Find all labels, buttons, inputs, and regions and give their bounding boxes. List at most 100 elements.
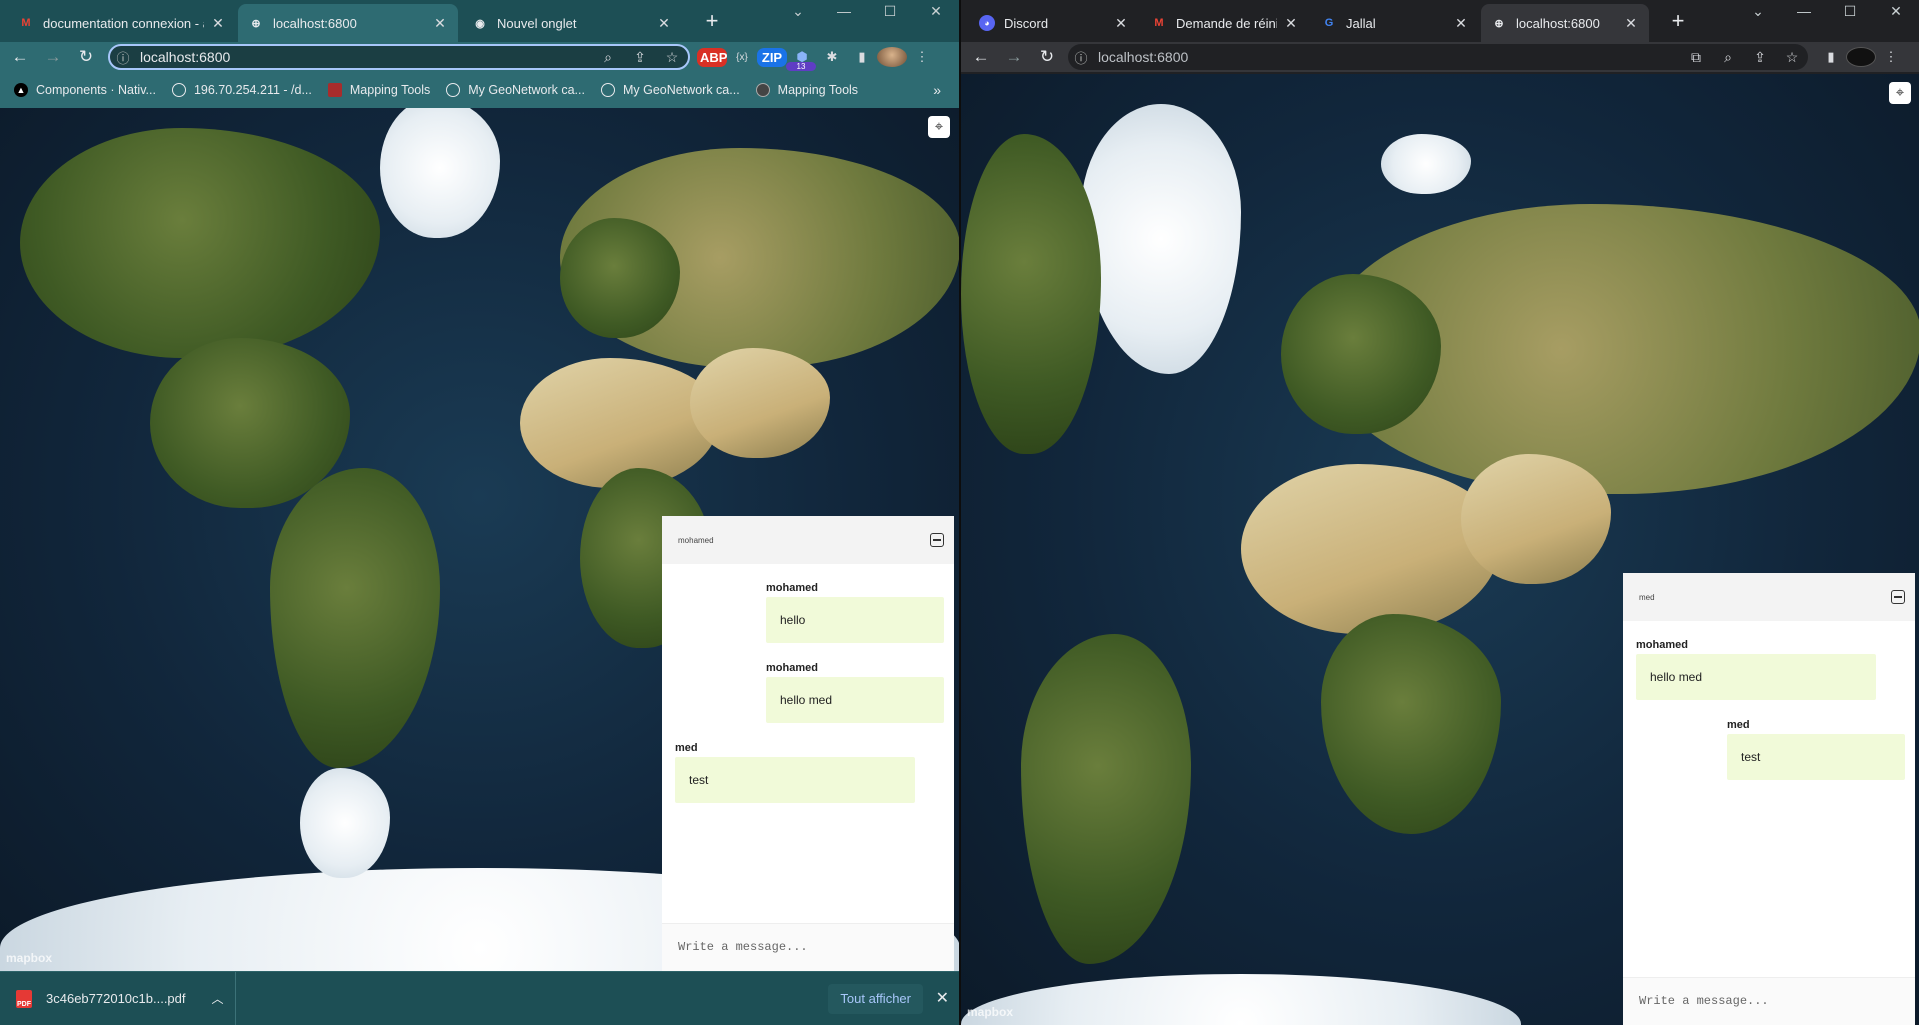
info-icon[interactable]: ⓘ [1068, 48, 1094, 67]
bookmark-item[interactable]: Mapping Tools [755, 83, 859, 97]
chevron-up-icon[interactable]: ︿ [212, 990, 224, 1007]
share-icon[interactable]: ⇪ [1744, 49, 1776, 66]
browser-window-left: M documentation connexion - ar ✕ ⊕ local… [0, 0, 959, 1025]
close-icon[interactable]: ✕ [210, 15, 226, 32]
info-icon[interactable]: ⓘ [110, 48, 136, 67]
star-icon[interactable]: ☆ [656, 49, 688, 66]
message-sender: mohamed [1636, 639, 1688, 651]
share-icon[interactable]: ⇪ [624, 49, 656, 66]
puzzle-icon[interactable]: ✱ [817, 49, 847, 65]
tab-title: Nouvel onglet [497, 15, 577, 31]
forward-arrow-icon[interactable]: → [40, 44, 66, 70]
world-map[interactable]: ⌖ mapbox mohamed mohamed hello mohamed h… [0, 108, 959, 971]
globe-icon [171, 83, 186, 97]
chat-username: mohamed [678, 535, 714, 545]
zip-icon[interactable]: ZIP [757, 47, 787, 67]
bookmark-item[interactable]: 196.70.254.211 - /d... [171, 83, 312, 97]
close-window-button[interactable]: ✕ [1873, 0, 1919, 24]
mapbox-logo[interactable]: mapbox [967, 1005, 1013, 1019]
extension-badge-icon[interactable]: ⬢ 13 [786, 49, 817, 71]
message-bubble: hello med [1636, 654, 1876, 700]
world-map[interactable]: ⌖ mapbox med mohamed hello med med test … [961, 74, 1919, 1025]
url-text[interactable]: localhost:6800 [136, 49, 592, 65]
zoom-icon[interactable]: ⌕ [1712, 49, 1744, 66]
avatar[interactable] [1846, 47, 1876, 67]
tab-search-icon[interactable]: ⌄ [775, 0, 821, 24]
back-arrow-icon[interactable]: ← [7, 44, 33, 70]
new-tab-button[interactable]: + [1666, 10, 1690, 34]
geolocate-icon[interactable]: ⌖ [928, 116, 950, 138]
close-window-button[interactable]: ✕ [913, 0, 959, 24]
bookmark-item[interactable]: My GeoNetwork ca... [600, 83, 740, 97]
address-bar[interactable]: ⓘ localhost:6800 ⌕ ⇪ ☆ [108, 44, 690, 70]
side-panel-icon[interactable]: ▮ [1816, 49, 1846, 65]
bookmark-label: Mapping Tools [777, 83, 859, 97]
new-tab-button[interactable]: + [700, 10, 724, 34]
url-text[interactable]: localhost:6800 [1094, 49, 1680, 65]
adblock-icon[interactable]: ABP [697, 47, 727, 67]
message-outgoing: med test [1727, 719, 1905, 780]
tab-gmail-reset[interactable]: M Demande de réiniti ✕ [1141, 4, 1309, 42]
window-controls: ⌄ — ☐ ✕ [775, 0, 959, 24]
kebab-menu-icon[interactable]: ⋮ [907, 49, 937, 65]
bookmark-label: Mapping Tools [349, 83, 431, 97]
discord-icon: ◕ [979, 15, 995, 31]
minimize-chat-button[interactable] [930, 533, 944, 547]
minimize-button[interactable]: — [821, 0, 867, 24]
side-panel-icon[interactable]: ▮ [847, 49, 877, 65]
chevron-double-right-icon[interactable]: » [933, 82, 941, 98]
json-formatter-icon[interactable]: {x} [727, 52, 757, 63]
tab-gmail-documentation[interactable]: M documentation connexion - ar ✕ [8, 4, 236, 42]
avatar[interactable] [877, 47, 907, 67]
close-icon[interactable]: ✕ [1453, 15, 1469, 32]
message-input[interactable]: Write a message... [1623, 977, 1915, 1025]
close-icon[interactable]: ✕ [1113, 15, 1129, 32]
minimize-button[interactable]: — [1781, 0, 1827, 24]
geolocate-icon[interactable]: ⌖ [1889, 82, 1911, 104]
zoom-icon[interactable]: ⌕ [592, 49, 624, 66]
message-sender: med [675, 742, 698, 754]
tab-jallal[interactable]: G Jallal ✕ [1311, 4, 1479, 42]
back-arrow-icon[interactable]: ← [968, 44, 994, 70]
maximize-button[interactable]: ☐ [1827, 0, 1873, 24]
show-all-downloads-button[interactable]: Tout afficher [828, 984, 923, 1014]
kebab-menu-icon[interactable]: ⋮ [1876, 49, 1906, 65]
message-outgoing: mohamed hello [766, 582, 944, 643]
translate-icon[interactable]: ⧉ [1680, 49, 1712, 66]
pdf-icon: PDF [16, 989, 32, 1008]
star-icon[interactable]: ☆ [1776, 49, 1808, 66]
bookmark-item[interactable]: Mapping Tools [327, 83, 431, 97]
chat-header: med [1623, 573, 1915, 621]
bookmark-item[interactable]: ▲ Components · Nativ... [14, 83, 156, 97]
tab-title: Discord [1004, 15, 1049, 31]
minimize-chat-button[interactable] [1891, 590, 1905, 604]
tab-localhost[interactable]: ⊕ localhost:6800 ✕ [1481, 4, 1649, 42]
mapbox-logo[interactable]: mapbox [6, 951, 52, 965]
download-filename: 3c46eb772010c1b....pdf [46, 991, 186, 1006]
triangle-logo-icon: ▲ [14, 83, 28, 97]
reload-icon[interactable]: ↻ [1034, 44, 1060, 70]
bookmark-label: My GeoNetwork ca... [468, 83, 585, 97]
address-bar[interactable]: ⓘ localhost:6800 ⧉ ⌕ ⇪ ☆ [1068, 44, 1808, 70]
forward-arrow-icon[interactable]: → [1001, 44, 1027, 70]
browser-toolbar: ← → ↻ ⓘ localhost:6800 ⧉ ⌕ ⇪ ☆ ▮ ⋮ [961, 42, 1919, 72]
tab-search-icon[interactable]: ⌄ [1735, 0, 1781, 24]
maximize-button[interactable]: ☐ [867, 0, 913, 24]
tab-localhost[interactable]: ⊕ localhost:6800 ✕ [238, 4, 458, 42]
close-icon[interactable]: ✕ [656, 15, 672, 32]
bookmark-label: Components · Nativ... [36, 83, 156, 97]
bookmark-item[interactable]: My GeoNetwork ca... [446, 83, 585, 97]
tab-new-tab[interactable]: ◉ Nouvel onglet ✕ [462, 4, 682, 42]
close-icon[interactable]: ✕ [1283, 15, 1299, 32]
chat-panel: mohamed mohamed hello mohamed hello med … [662, 516, 954, 971]
message-input[interactable]: Write a message... [662, 923, 954, 971]
download-item[interactable]: PDF 3c46eb772010c1b....pdf ︿ [0, 971, 236, 1025]
tab-discord[interactable]: ◕ Discord ✕ [969, 4, 1139, 42]
close-icon[interactable]: ✕ [936, 988, 949, 1008]
reload-icon[interactable]: ↻ [73, 44, 99, 70]
message-bubble: test [675, 757, 915, 803]
message-bubble: hello med [766, 677, 944, 723]
close-icon[interactable]: ✕ [432, 15, 448, 32]
globe-icon [600, 83, 615, 97]
close-icon[interactable]: ✕ [1623, 15, 1639, 32]
